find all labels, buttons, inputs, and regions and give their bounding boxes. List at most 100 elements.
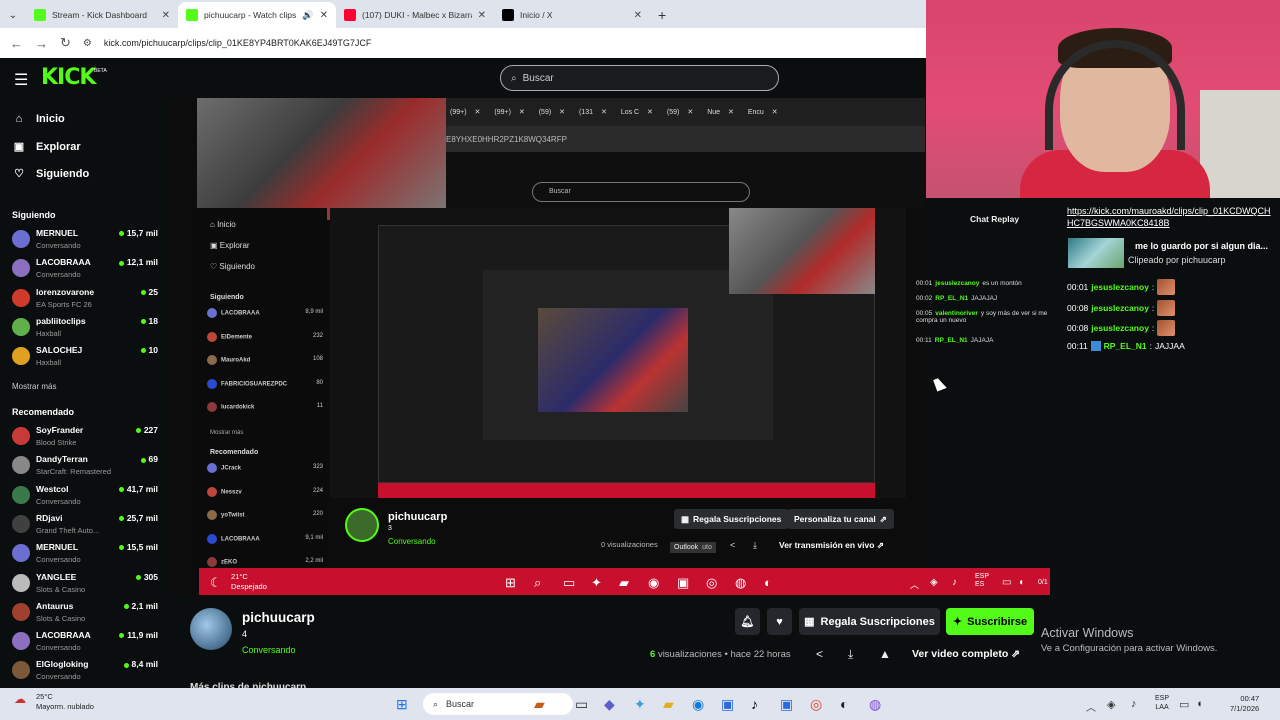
browser-tab[interactable]: Stream - Kick Dashboard ✕ [26,2,178,28]
chat-username[interactable]: jesuslezcanoy [1091,323,1149,333]
chat-username[interactable]: jesuslezcanoy [1091,303,1149,313]
avatar [207,331,217,342]
taskbar-language[interactable]: ESP LAA [1155,694,1169,712]
badge-icon [1090,341,1101,351]
channel-row[interactable]: LACOBRAAA Conversando 11,9 mil [12,628,162,656]
close-icon[interactable]: ✕ [634,10,642,21]
file-explorer-icon[interactable]: ▰ [663,696,674,713]
microphone-icon[interactable]: ♪ [1131,698,1137,710]
url-field[interactable]: kick.com/pichuucarp/clips/clip_01KE8YP4B… [104,38,371,48]
channel-row[interactable]: ElGlogloking Conversando 8,4 mil [12,657,162,685]
external-link-icon: ⇗ [1011,648,1021,660]
channel-category: Conversando [36,555,81,565]
channel-name: DandyTerran [36,454,88,465]
notification-button[interactable]: 🔔︎ [735,608,760,635]
clip-thumbnail[interactable] [1068,238,1124,268]
emote-icon [1157,300,1176,316]
nested-tab-label: (59) [538,109,552,116]
task-view-icon[interactable]: ▭ [575,696,588,713]
tab-search-button[interactable]: ⌄ [0,2,26,28]
site-info-icon[interactable]: ⚙ [83,38,92,49]
close-icon: ✕ [645,109,653,116]
forward-arrow-icon[interactable]: → [35,36,48,51]
share-icon[interactable]: < [816,647,823,661]
network-tray-icon[interactable]: ◈ [1107,698,1115,711]
taskbar-search-input[interactable]: ⌕ Buscar [423,693,573,715]
teams-icon[interactable]: ◆ [604,696,615,713]
subscribe-button[interactable]: ✦ Suscribirse [946,608,1034,635]
download-icon[interactable]: ⤓ [848,647,853,662]
edge-icon: ◉ [648,575,660,590]
close-icon[interactable]: ✕ [478,10,486,21]
taskbar-weather[interactable]: ☁ 25°C Mayorm. nublado [14,692,94,712]
channel-row[interactable]: SALOCHEJ Haxball 10 [12,343,162,371]
close-icon[interactable]: ✕ [162,10,170,21]
sidebar-item-label: Explorar [36,140,81,153]
kick-logo[interactable]: KICK [41,65,96,90]
reload-icon[interactable]: ↻ [60,35,71,51]
home-icon: ⌂ [15,113,23,125]
channel-row[interactable]: Westcol Conversando 41,7 mil [12,482,162,510]
channel-row[interactable]: Antaurus Slots & Casino 2,1 mil [12,599,162,627]
watch-full-video-button[interactable]: Ver video completo ⇗ [912,648,1020,660]
store-icon[interactable]: ▣ [721,696,734,713]
heart-icon: ♡ [14,168,24,180]
search-input[interactable]: ⌕ Buscar [500,65,779,91]
menu-icon[interactable]: ☰ [14,70,28,90]
clip-title[interactable]: me lo guardo por si algun dia... [1135,241,1268,251]
speaker-icon[interactable]: ◖ [1196,698,1203,710]
channel-row[interactable]: LACOBRAAA Conversando 12,1 mil [12,255,162,283]
follow-button[interactable]: ♥ [767,608,792,635]
channel-row[interactable]: DandyTerran StarCraft: Remastered 69 [12,452,162,480]
sidebar-item-siguiendo[interactable]: ♡ Siguiendo [12,167,89,181]
chat-message: 00:08 jesuslezcanoy: [1067,320,1176,336]
nested-chat-message: 00:05 valentinoriver y soy más de ver si m… [916,310,1050,324]
viewer-count: 25,7 mil [118,513,158,523]
task-view-icon: ▭ [563,575,576,590]
speaker-icon[interactable]: 🔊 [302,10,313,21]
channel-category[interactable]: Conversando [242,645,296,655]
clip-stats: 6 visualizaciones • hace 22 horas [650,649,791,660]
chat-username[interactable]: jesuslezcanoy [1091,282,1149,292]
photoshop-icon[interactable]: ▣ [780,696,793,713]
show-more-link[interactable]: Mostrar más [12,382,56,391]
monitor-icon[interactable]: ▭ [1179,698,1189,711]
channel-category: Slots & Casino [36,613,86,623]
edge-icon[interactable]: ◉ [692,696,704,713]
browser-tab[interactable]: (107) DUKI - Malbec x Bizarrap ✕ [336,2,494,28]
youtube-favicon-icon [344,9,356,21]
channel-avatar[interactable] [190,608,232,650]
chat-clip-link[interactable]: https://kick.com/mauroakd/clips/clip_01K… [1067,205,1272,229]
channel-row[interactable]: MERNUEL Conversando 15,5 mil [12,540,162,568]
channel-row[interactable]: SoyFrander Blood Strike 227 [12,423,162,451]
chat-username[interactable]: RP_EL_N1 [1104,341,1147,351]
gift-subscriptions-button[interactable]: ▦ Regala Suscripciones [799,608,940,635]
obs-icon[interactable]: ◐ [840,696,848,712]
channel-name[interactable]: pichuucarp [242,610,315,625]
kick-favicon-icon [34,9,46,21]
close-icon[interactable]: ✕ [320,10,328,21]
channel-row[interactable]: MERNUEL Conversando 15,7 mil [12,226,162,254]
browser-tab-active[interactable]: pichuucarp - Watch clips on 🔊 ✕ [178,2,336,28]
back-arrow-icon[interactable]: ← [10,36,23,51]
windows-start-icon: ⊞ [505,575,516,590]
browser-tab[interactable]: Inicio / X ✕ [494,2,650,28]
nested-personalize-label: Personaliza tu canal [794,514,876,524]
sidebar-item-inicio[interactable]: ⌂ Inicio [12,113,65,125]
chevron-up-icon[interactable]: ︿ [1086,699,1096,714]
widget-icon[interactable]: ▰ [534,696,545,713]
report-icon[interactable]: ▲ [879,647,891,661]
discord-icon[interactable]: ◍ [869,696,881,713]
channel-row[interactable]: RDjavi Grand Theft Auto... 25,7 mil [12,511,162,539]
new-tab-button[interactable]: + [650,2,680,28]
sidebar-item-explorar[interactable]: ▣ Explorar [12,140,81,154]
search-icon: ⌕ [433,698,439,709]
tiktok-icon[interactable]: ♪ [751,696,758,712]
channel-row[interactable]: YANGLEE Slots & Casino 305 [12,570,162,598]
taskbar-clock[interactable]: 00:47 7/1/2026 [1230,694,1259,714]
channel-row[interactable]: pabliitoclips Haxball 18 [12,314,162,342]
copilot-icon[interactable]: ✦ [634,696,646,713]
windows-start-icon[interactable]: ⊞ [396,696,408,713]
channel-row[interactable]: lorenzovarone EA Sports FC 26 25 [12,285,162,313]
chrome-icon[interactable]: ◎ [810,696,822,713]
